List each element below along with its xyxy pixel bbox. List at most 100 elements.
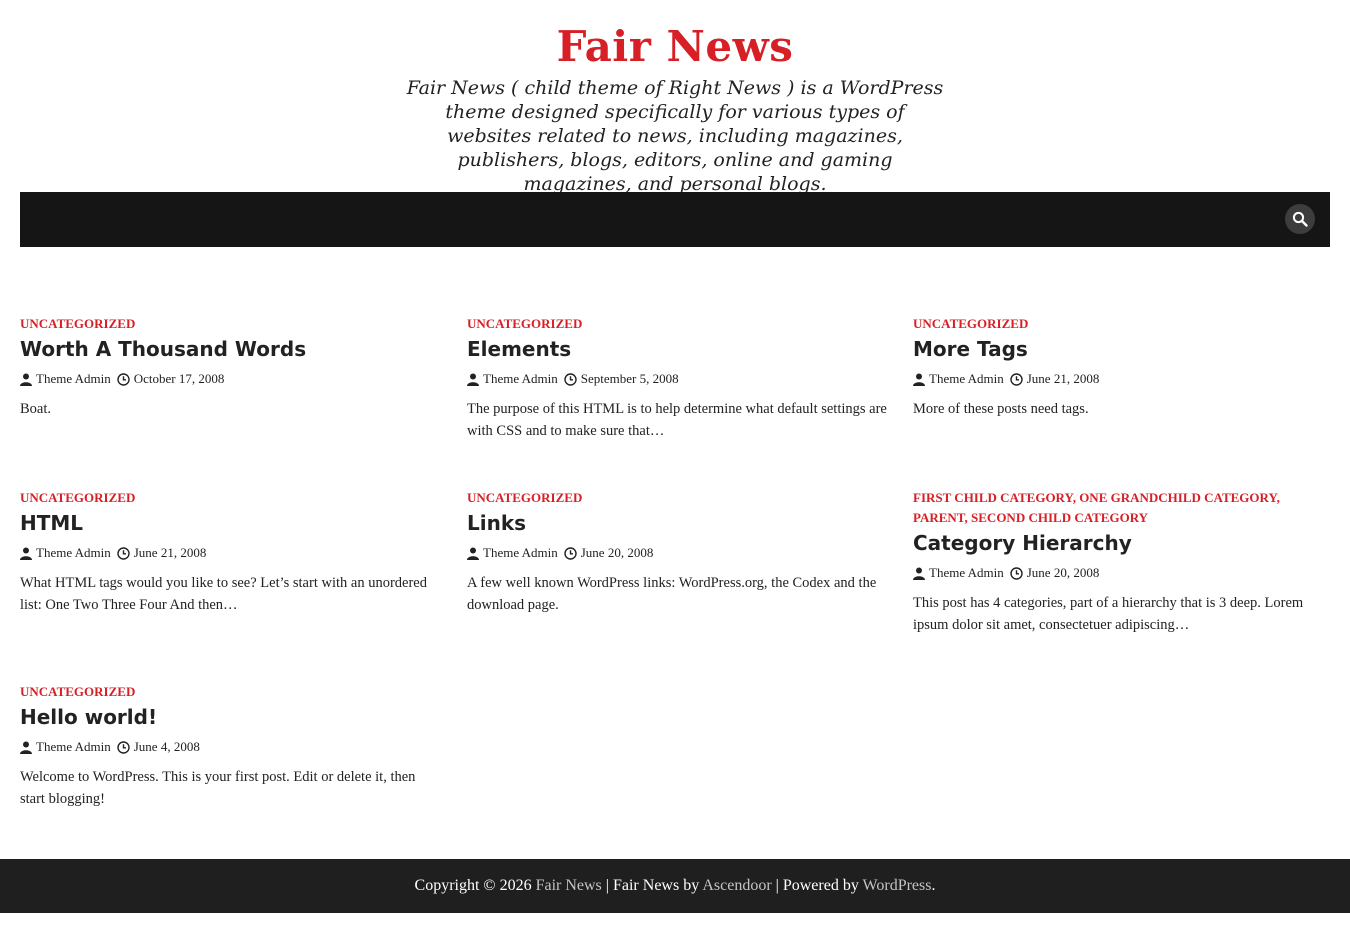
post-categories: UNCATEGORIZED (20, 314, 440, 334)
user-icon (20, 547, 32, 560)
post-title[interactable]: Hello world! (20, 704, 440, 730)
post-author[interactable]: Theme Admin (20, 738, 111, 756)
footer-end: . (931, 877, 936, 894)
post-excerpt: A few well known WordPress links: WordPr… (467, 575, 877, 613)
post-excerpt: Welcome to WordPress. This is your first… (20, 769, 416, 807)
post-meta: Theme Admin June 20, 2008 (913, 564, 1333, 582)
post-meta: Theme Admin June 21, 2008 (20, 544, 440, 562)
user-icon (20, 741, 32, 754)
user-icon (913, 567, 925, 580)
clock-icon (564, 546, 577, 560)
category-link[interactable]: UNCATEGORIZED (20, 316, 135, 331)
post-date[interactable]: June 20, 2008 (564, 544, 654, 562)
post-author[interactable]: Theme Admin (467, 544, 558, 562)
post-title[interactable]: Worth A Thousand Words (20, 336, 440, 362)
date-text: June 4, 2008 (133, 739, 200, 754)
post-categories: UNCATEGORIZED (20, 488, 440, 508)
post-card: UNCATEGORIZED Elements Theme Admin Septe… (467, 314, 887, 442)
post-categories: UNCATEGORIZED (467, 488, 887, 508)
search-icon (1292, 211, 1308, 227)
site-footer: Copyright © 2026 Fair News | Fair News b… (0, 859, 1350, 913)
post-author[interactable]: Theme Admin (913, 564, 1004, 582)
clock-icon (564, 372, 577, 386)
footer-powered-text: Powered by (782, 877, 859, 894)
category-link[interactable]: ONE GRANDCHILD CATEGORY (1079, 490, 1276, 505)
post-meta: Theme Admin June 20, 2008 (467, 544, 887, 562)
post-meta: Theme Admin June 4, 2008 (20, 738, 440, 756)
category-link[interactable]: UNCATEGORIZED (467, 490, 582, 505)
search-button[interactable] (1285, 204, 1315, 234)
post-title[interactable]: Category Hierarchy (913, 530, 1333, 556)
post-card: UNCATEGORIZED Links Theme Admin June 20,… (467, 488, 887, 616)
post-title[interactable]: Links (467, 510, 887, 536)
post-categories: UNCATEGORIZED (20, 682, 440, 702)
category-link[interactable]: UNCATEGORIZED (20, 490, 135, 505)
date-text: October 17, 2008 (133, 371, 225, 386)
footer-author-link[interactable]: Ascendoor (702, 877, 771, 894)
clock-icon (1010, 372, 1023, 386)
post-author[interactable]: Theme Admin (913, 370, 1004, 388)
category-link[interactable]: UNCATEGORIZED (467, 316, 582, 331)
post-card: UNCATEGORIZED Hello world! Theme Admin J… (20, 682, 440, 810)
date-text: June 20, 2008 (580, 545, 654, 560)
post-date[interactable]: October 17, 2008 (117, 370, 225, 388)
post-categories: FIRST CHILD CATEGORY, ONE GRANDCHILD CAT… (913, 490, 1280, 525)
post-author[interactable]: Theme Admin (20, 544, 111, 562)
author-name: Theme Admin (36, 545, 111, 560)
author-name: Theme Admin (36, 739, 111, 754)
site-title[interactable]: Fair News (0, 24, 1350, 70)
post-excerpt: This post has 4 categories, part of a hi… (913, 595, 1304, 633)
post-date[interactable]: June 21, 2008 (1010, 370, 1100, 388)
post-card: UNCATEGORIZED More Tags Theme Admin June… (913, 314, 1333, 420)
footer-separator: | (605, 877, 609, 894)
category-link[interactable]: PARENT (913, 510, 965, 525)
footer-theme-text: Fair News by (612, 877, 700, 894)
post-meta: Theme Admin October 17, 2008 (20, 370, 440, 388)
category-link[interactable]: UNCATEGORIZED (913, 316, 1028, 331)
post-author[interactable]: Theme Admin (467, 370, 558, 388)
post-date[interactable]: June 4, 2008 (117, 738, 200, 756)
footer-wordpress-link[interactable]: WordPress (863, 877, 932, 894)
date-text: June 21, 2008 (133, 545, 207, 560)
post-excerpt: More of these posts need tags. (913, 401, 1089, 417)
post-author[interactable]: Theme Admin (20, 370, 111, 388)
post-excerpt: The purpose of this HTML is to help dete… (467, 401, 887, 439)
post-meta: Theme Admin September 5, 2008 (467, 370, 887, 388)
post-categories: UNCATEGORIZED (913, 314, 1333, 334)
author-name: Theme Admin (929, 565, 1004, 580)
date-text: June 20, 2008 (1026, 565, 1100, 580)
footer-site-link[interactable]: Fair News (536, 877, 602, 894)
author-name: Theme Admin (483, 545, 558, 560)
post-excerpt: Boat. (20, 401, 52, 417)
author-name: Theme Admin (929, 371, 1004, 386)
user-icon (467, 373, 479, 386)
author-name: Theme Admin (483, 371, 558, 386)
user-icon (913, 373, 925, 386)
clock-icon (1010, 566, 1023, 580)
user-icon (467, 547, 479, 560)
clock-icon (117, 740, 130, 754)
user-icon (20, 373, 32, 386)
post-date[interactable]: June 20, 2008 (1010, 564, 1100, 582)
post-meta: Theme Admin June 21, 2008 (913, 370, 1333, 388)
post-categories: UNCATEGORIZED (467, 314, 887, 334)
post-title[interactable]: HTML (20, 510, 440, 536)
date-text: June 21, 2008 (1026, 371, 1100, 386)
post-card: FIRST CHILD CATEGORY, ONE GRANDCHILD CAT… (913, 488, 1333, 636)
author-name: Theme Admin (36, 371, 111, 386)
footer-separator: | (775, 877, 779, 894)
category-link[interactable]: FIRST CHILD CATEGORY (913, 490, 1073, 505)
post-date[interactable]: June 21, 2008 (117, 544, 207, 562)
post-excerpt: What HTML tags would you like to see? Le… (20, 575, 427, 613)
clock-icon (117, 372, 130, 386)
post-date[interactable]: September 5, 2008 (564, 370, 679, 388)
post-card: UNCATEGORIZED HTML Theme Admin June 21, … (20, 488, 440, 616)
site-header: Fair News Fair News ( child theme of Rig… (0, 0, 1350, 196)
date-text: September 5, 2008 (580, 371, 679, 386)
post-title[interactable]: Elements (467, 336, 887, 362)
category-link[interactable]: SECOND CHILD CATEGORY (971, 510, 1148, 525)
copyright-text: Copyright © 2026 (414, 877, 532, 894)
category-link[interactable]: UNCATEGORIZED (20, 684, 135, 699)
main-navigation (20, 192, 1330, 247)
post-title[interactable]: More Tags (913, 336, 1333, 362)
